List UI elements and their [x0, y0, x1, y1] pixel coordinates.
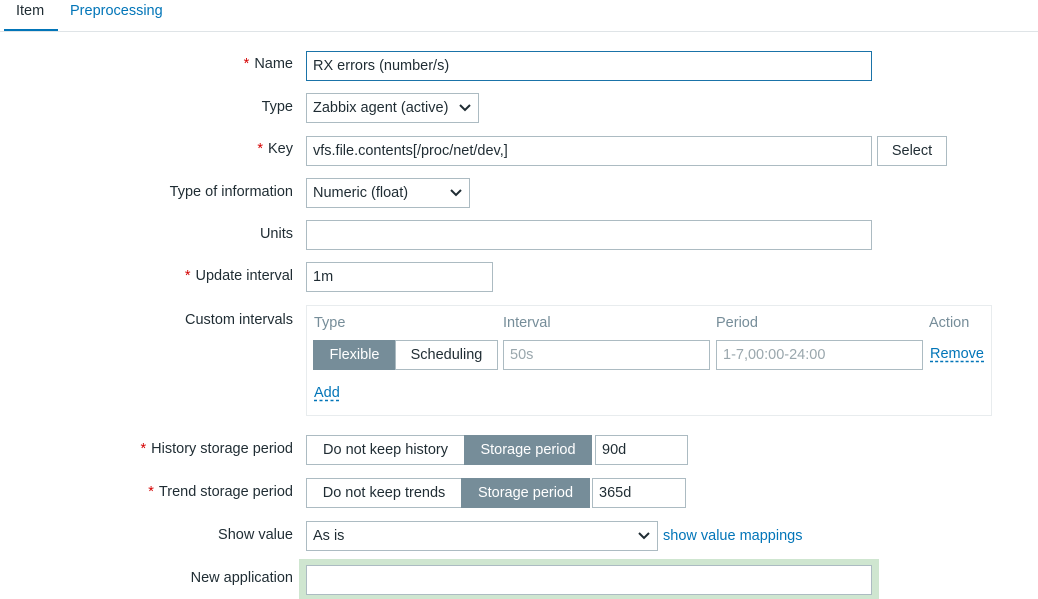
do-not-keep-trends-toggle[interactable]: Do not keep trends: [306, 478, 462, 508]
trend-storage-period-toggle[interactable]: Storage period: [461, 478, 590, 508]
key-input[interactable]: vfs.file.contents[/proc/net/dev,]: [306, 136, 872, 166]
history-value-input[interactable]: 90d: [595, 435, 688, 465]
type-select[interactable]: Zabbix agent (active): [306, 93, 479, 123]
tab-preprocessing[interactable]: Preprocessing: [58, 0, 175, 29]
tab-bar: Item Preprocessing: [0, 0, 1038, 32]
tab-item[interactable]: Item: [4, 0, 58, 31]
type-of-information-select[interactable]: Numeric (float): [306, 178, 470, 208]
type-of-information-label: Type of information: [169, 184, 293, 200]
update-interval-input[interactable]: 1m: [306, 262, 493, 292]
required-asterisk: *: [184, 268, 191, 284]
units-input[interactable]: [306, 220, 872, 250]
chevron-down-icon: [638, 532, 650, 540]
name-input[interactable]: RX errors (number/s): [306, 51, 872, 81]
custom-intervals-header-action: Action: [929, 315, 970, 331]
history-storage-period-toggle[interactable]: Storage period: [464, 435, 592, 465]
required-asterisk: *: [140, 441, 147, 457]
trend-storage-label: * Trend storage period: [148, 484, 293, 500]
custom-intervals-header-type: Type: [314, 315, 346, 331]
type-label: Type: [261, 99, 293, 115]
do-not-keep-history-toggle[interactable]: Do not keep history: [306, 435, 465, 465]
interval-input[interactable]: 50s: [503, 340, 710, 370]
new-application-label: New application: [190, 570, 293, 586]
period-input[interactable]: 1-7,00:00-24:00: [716, 340, 923, 370]
history-storage-label: * History storage period: [140, 441, 294, 457]
units-label: Units: [259, 226, 293, 242]
show-value-label: Show value: [218, 527, 293, 543]
custom-intervals-header-period: Period: [716, 315, 758, 331]
required-asterisk: *: [243, 56, 250, 72]
key-label: * Key: [257, 141, 293, 157]
custom-intervals-header-interval: Interval: [503, 315, 551, 331]
show-value-mappings-link[interactable]: show value mappings: [663, 528, 802, 544]
name-label: * Name: [243, 56, 293, 72]
required-asterisk: *: [148, 484, 154, 500]
trend-value-input[interactable]: 365d: [592, 478, 686, 508]
chevron-down-icon: [450, 189, 462, 197]
add-interval-link[interactable]: Add: [314, 385, 340, 401]
new-application-input[interactable]: [306, 565, 872, 595]
show-value-select[interactable]: As is: [306, 521, 658, 551]
required-asterisk: *: [257, 141, 263, 157]
chevron-down-icon: [459, 104, 471, 112]
key-select-button[interactable]: Select: [877, 136, 947, 166]
remove-interval-link[interactable]: Remove: [930, 346, 984, 362]
scheduling-toggle[interactable]: Scheduling: [395, 340, 498, 370]
update-interval-label: * Update interval: [184, 268, 293, 284]
custom-intervals-label: Custom intervals: [185, 312, 293, 328]
flexible-toggle[interactable]: Flexible: [313, 340, 396, 370]
